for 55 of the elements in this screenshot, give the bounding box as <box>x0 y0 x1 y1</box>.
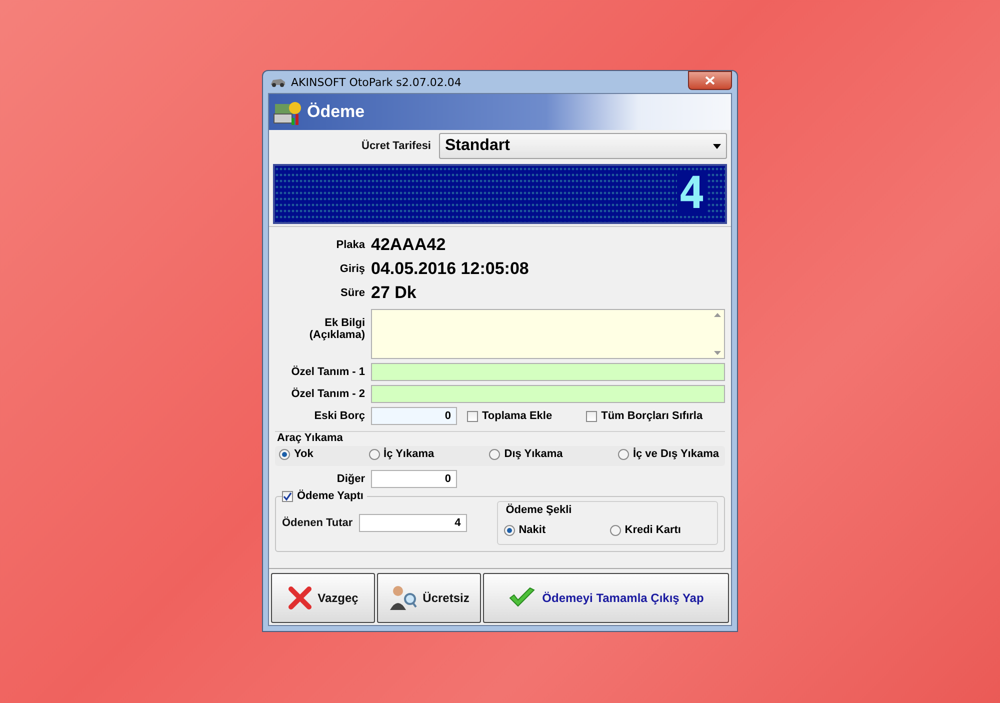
checkbox[interactable] <box>586 410 598 422</box>
radio-label: Nakit <box>518 524 546 536</box>
cancel-button[interactable]: Vazgeç <box>271 573 375 623</box>
radio-label: Yok <box>294 448 314 460</box>
radio-label: Dış Yıkama <box>504 448 563 460</box>
close-button[interactable] <box>688 70 732 90</box>
input-field[interactable] <box>371 363 725 381</box>
people-search-icon <box>388 584 417 612</box>
radio-button[interactable] <box>504 524 515 536</box>
field-value: 27 Dk <box>371 283 416 303</box>
dropdown-arrow-icon <box>713 144 721 148</box>
field-label: Özel Tanım - 1 <box>290 366 365 378</box>
window-title: AKINSOFT OtoPark s2.07.02.04 <box>291 76 462 88</box>
header-title: Ödeme <box>307 102 365 122</box>
radio-button[interactable] <box>368 448 380 460</box>
radio-label: İç ve Dış Yıkama <box>632 448 719 460</box>
note-field[interactable] <box>371 309 725 359</box>
scroll-up-icon[interactable] <box>714 313 720 317</box>
close-icon <box>705 76 715 84</box>
radio-button[interactable] <box>489 448 500 460</box>
checkbox-label: Tüm Borçları Sıfırla <box>601 410 703 422</box>
radio-button[interactable] <box>610 524 621 536</box>
field-value: 42AAA42 <box>371 235 446 255</box>
field-label: Özel Tanım - 2 <box>290 388 365 400</box>
checkbox-label: Toplama Ekle <box>482 410 552 422</box>
radio-button[interactable] <box>618 448 629 460</box>
input-field[interactable]: 4 <box>358 514 467 532</box>
field-label: Diğer <box>336 473 365 485</box>
checkbox-label: Ödeme Yaptı <box>297 490 364 502</box>
input-field[interactable]: 0 <box>371 470 457 488</box>
field-value: 04.05.2016 12:05:08 <box>371 259 529 279</box>
scroll-down-icon[interactable] <box>714 351 720 355</box>
input-field[interactable]: 0 <box>371 407 457 425</box>
close-icon <box>288 586 312 610</box>
field-label: Süre <box>340 287 365 299</box>
radio-label: İç Yıkama <box>384 448 434 460</box>
display-digit: 4 <box>676 172 707 216</box>
group-title: Ödeme Şekli <box>506 504 573 516</box>
checkbox[interactable] <box>282 490 293 502</box>
tariff-dropdown[interactable]: Standart <box>439 133 727 159</box>
tariff-label: Ücret Tarifesi <box>362 140 431 152</box>
note-label: Ek Bilgi (Açıklama) <box>308 316 365 341</box>
checkmark-icon <box>508 587 536 609</box>
field-label: Giriş <box>338 263 365 275</box>
field-label: Ödenen Tutar <box>282 517 353 529</box>
radio-label: Kredi Kartı <box>624 524 681 536</box>
field-label: Plaka <box>335 239 365 251</box>
checkbox[interactable] <box>467 410 478 422</box>
free-button[interactable]: Ücretsiz <box>377 573 481 623</box>
radio-button[interactable] <box>279 448 290 460</box>
input-field[interactable] <box>371 385 725 403</box>
field-label: Eski Borç <box>313 410 365 422</box>
group-title: Araç Yıkama <box>277 432 344 444</box>
complete-button[interactable]: Ödemeyi Tamamla Çıkış Yap <box>483 573 729 623</box>
car-icon <box>270 77 286 87</box>
